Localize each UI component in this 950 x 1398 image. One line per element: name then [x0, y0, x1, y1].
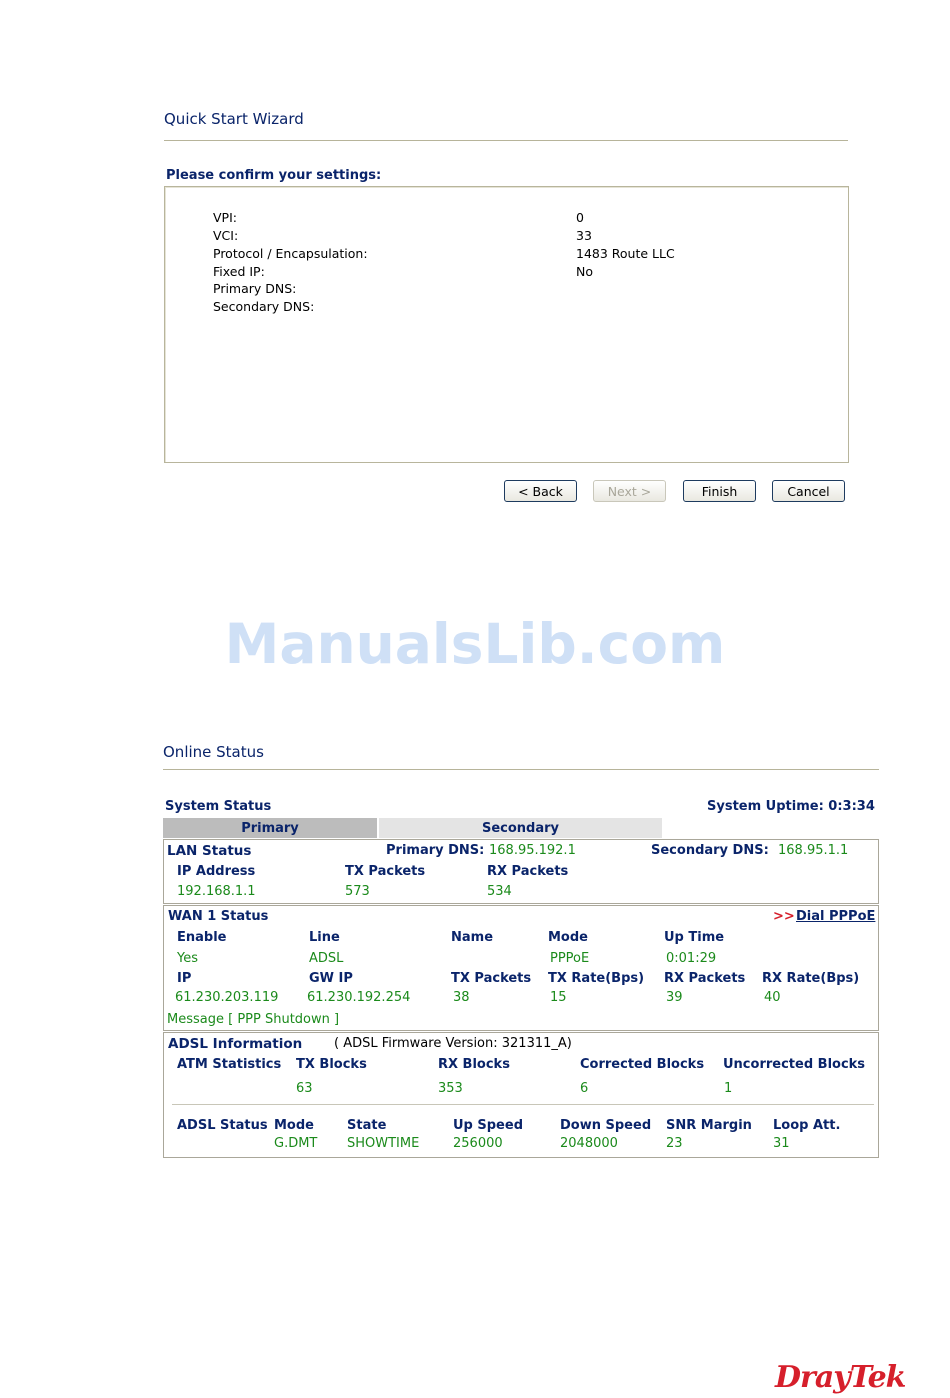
dial-pppoe-link[interactable]: Dial PPPoE — [796, 909, 875, 924]
wan-message: Message [ PPP Shutdown ] — [167, 1012, 340, 1027]
wan-value-mode: PPPoE — [550, 951, 590, 966]
atm-value-tx: 63 — [296, 1081, 313, 1096]
online-status-title: Online Status — [163, 743, 264, 761]
wan-value-tx-packets: 38 — [453, 990, 470, 1005]
primary-dns-value: 168.95.192.1 — [489, 843, 576, 858]
wan-value-rx-rate: 40 — [764, 990, 781, 1005]
setting-value-vci: 33 — [576, 228, 592, 243]
adsl-value-down-speed: 2048000 — [560, 1136, 618, 1151]
lan-status-heading: LAN Status — [167, 843, 252, 859]
setting-label-protocol: Protocol / Encapsulation: — [213, 246, 368, 261]
atm-value-rx: 353 — [438, 1081, 463, 1096]
wan-header-enable: Enable — [177, 930, 227, 945]
wan-value-gw-ip: 61.230.192.254 — [307, 990, 411, 1005]
atm-header-corrected: Corrected Blocks — [580, 1057, 705, 1072]
title-divider — [164, 140, 848, 141]
wan-value-line: ADSL — [309, 951, 344, 966]
lan-value-tx: 573 — [345, 884, 370, 899]
lan-header-tx: TX Packets — [345, 864, 426, 879]
adsl-info-panel: ADSL Information ( ADSL Firmware Version… — [163, 1032, 879, 1158]
wan-header-name: Name — [451, 930, 494, 945]
setting-label-vci: VCI: — [213, 228, 239, 243]
wan-header-mode: Mode — [548, 930, 588, 945]
atm-header-uncorrected: Uncorrected Blocks — [723, 1057, 866, 1072]
setting-label-vpi: VPI: — [213, 210, 237, 225]
wan-header-ip: IP — [177, 971, 192, 986]
wan-status-heading: WAN 1 Status — [168, 909, 269, 924]
wan-header-uptime: Up Time — [664, 930, 725, 945]
atm-value-corrected: 6 — [580, 1081, 589, 1096]
wan-header-rx-packets: RX Packets — [664, 971, 746, 986]
lan-status-panel: LAN Status Primary DNS: 168.95.192.1 Sec… — [163, 839, 879, 904]
confirm-label: Please confirm your settings: — [166, 168, 382, 183]
wan-header-tx-rate: TX Rate(Bps) — [548, 971, 645, 986]
wan-value-ip: 61.230.203.119 — [175, 990, 279, 1005]
wan-value-uptime: 0:01:29 — [666, 951, 717, 966]
atm-value-uncorrected: 1 — [724, 1081, 733, 1096]
setting-label-secondary-dns: Secondary DNS: — [213, 299, 315, 314]
setting-label-primary-dns: Primary DNS: — [213, 281, 297, 296]
wan-value-enable: Yes — [177, 951, 198, 966]
settings-box: VPI: 0 VCI: 33 Protocol / Encapsulation:… — [164, 186, 849, 463]
lan-header-ip: IP Address — [177, 864, 256, 879]
lan-value-ip: 192.168.1.1 — [177, 884, 256, 899]
adsl-divider — [172, 1104, 874, 1105]
cancel-button[interactable]: Cancel — [772, 480, 845, 502]
dial-arrow-icon: >> — [773, 909, 795, 924]
tab-primary[interactable]: Primary — [163, 818, 377, 838]
adsl-header-down-speed: Down Speed — [560, 1118, 652, 1133]
wan-header-rx-rate: RX Rate(Bps) — [762, 971, 860, 986]
adsl-header-loop-att: Loop Att. — [773, 1118, 841, 1133]
wan-status-panel: WAN 1 Status >> Dial PPPoE Enable Line N… — [163, 905, 879, 1031]
adsl-header-up-speed: Up Speed — [453, 1118, 523, 1133]
next-button[interactable]: Next > — [593, 480, 666, 502]
atm-statistics-label: ATM Statistics — [177, 1057, 282, 1072]
adsl-firmware-version: ( ADSL Firmware Version: 321311_A) — [334, 1036, 572, 1051]
setting-value-vpi: 0 — [576, 210, 584, 225]
system-uptime: System Uptime: 0:3:34 — [707, 799, 875, 814]
atm-header-tx: TX Blocks — [296, 1057, 367, 1072]
adsl-header-mode: Mode — [274, 1118, 314, 1133]
secondary-dns-label: Secondary DNS: — [651, 843, 769, 858]
adsl-value-snr: 23 — [666, 1136, 683, 1151]
adsl-value-up-speed: 256000 — [453, 1136, 503, 1151]
back-button[interactable]: < Back — [504, 480, 577, 502]
adsl-info-heading: ADSL Information — [168, 1036, 303, 1052]
setting-label-fixed-ip: Fixed IP: — [213, 264, 265, 279]
finish-button[interactable]: Finish — [683, 480, 756, 502]
lan-header-rx: RX Packets — [487, 864, 569, 879]
wan-value-rx-packets: 39 — [666, 990, 683, 1005]
adsl-header-state: State — [347, 1118, 387, 1133]
adsl-header-snr: SNR Margin — [666, 1118, 752, 1133]
wan-header-tx-packets: TX Packets — [451, 971, 532, 986]
wan-header-gw-ip: GW IP — [309, 971, 353, 986]
setting-value-protocol: 1483 Route LLC — [576, 246, 675, 261]
system-status-label: System Status — [165, 799, 272, 814]
adsl-value-state: SHOWTIME — [347, 1136, 420, 1151]
lan-value-rx: 534 — [487, 884, 512, 899]
adsl-value-mode: G.DMT — [274, 1136, 318, 1151]
adsl-status-label: ADSL Status — [177, 1118, 268, 1133]
wan-value-tx-rate: 15 — [550, 990, 567, 1005]
online-status-divider — [163, 769, 879, 770]
secondary-dns-value: 168.95.1.1 — [778, 843, 849, 858]
setting-value-fixed-ip: No — [576, 264, 593, 279]
watermark: ManualsLib.com — [224, 612, 726, 676]
tab-secondary[interactable]: Secondary — [379, 818, 662, 838]
primary-dns-label: Primary DNS: — [386, 843, 485, 858]
adsl-value-loop-att: 31 — [773, 1136, 790, 1151]
page-title: Quick Start Wizard — [164, 110, 304, 128]
wan-header-line: Line — [309, 930, 340, 945]
atm-header-rx: RX Blocks — [438, 1057, 510, 1072]
draytek-logo: DrayTek — [775, 1360, 906, 1395]
